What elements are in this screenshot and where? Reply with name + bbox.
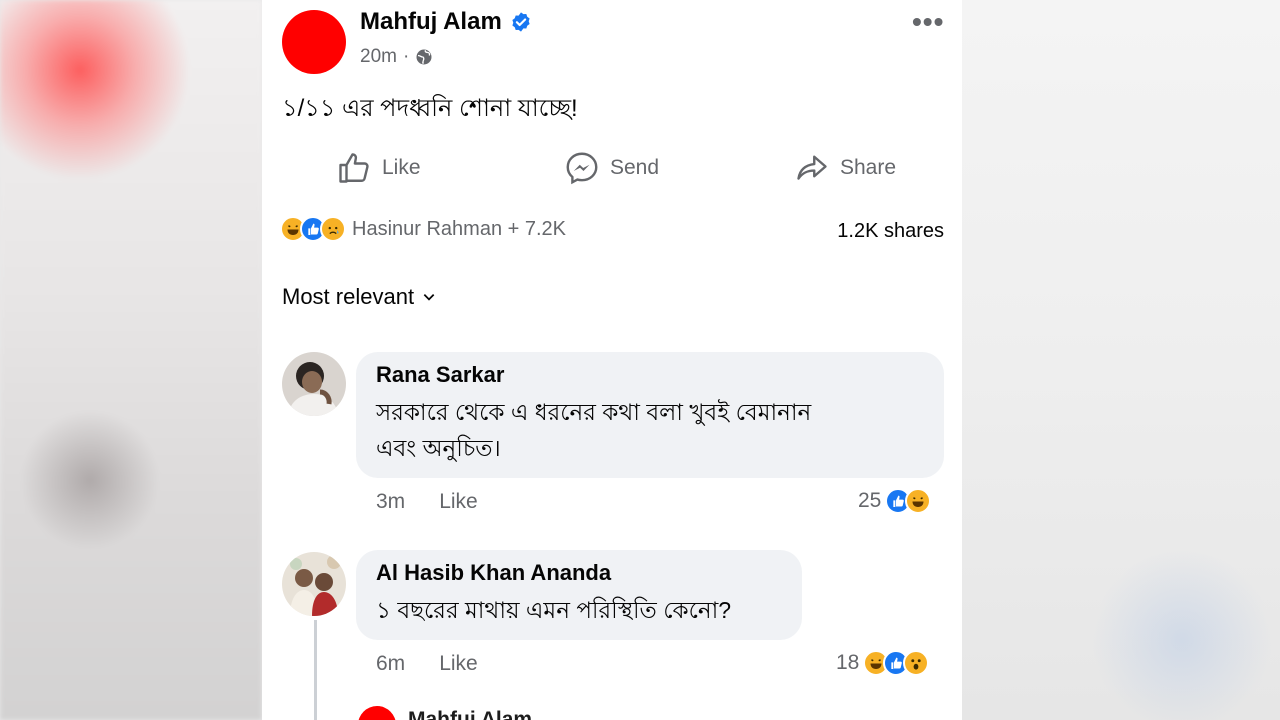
post-author[interactable]: Mahfuj Alam (360, 8, 532, 36)
reaction-icons (280, 216, 346, 242)
reactions-summary[interactable]: Hasinur Rahman + 7.2K (280, 216, 566, 242)
comment-time[interactable]: 6m (376, 652, 405, 676)
comment-meta: 6m Like (376, 652, 478, 676)
comment-reaction-count: 18 (836, 651, 860, 674)
sad-icon (320, 216, 346, 242)
share-button[interactable]: Share (794, 150, 896, 186)
sort-label: Most relevant (282, 284, 415, 309)
messenger-icon (566, 152, 598, 185)
comment-text-line: এবং অনুচিত। (376, 435, 501, 461)
commenter-name[interactable]: Rana Sarkar (376, 362, 924, 388)
comment-reactions[interactable]: 18 (836, 650, 930, 676)
haha-icon (905, 488, 932, 514)
commenter-avatar[interactable] (282, 552, 346, 616)
meta-separator: · (402, 46, 410, 67)
post-card: Mahfuj Alam 20m · ••• ১/১১ এর পদধ্বনি শো… (262, 0, 962, 720)
commenter-name[interactable]: Al Hasib Khan Ananda (376, 560, 782, 586)
comment-text-line: সরকারে থেকে এ ধরনের কথা বলা খুবই বেমানান (376, 399, 812, 425)
verified-badge-icon (512, 12, 530, 32)
comment-meta: 3m Like (376, 490, 478, 514)
share-label: Share (840, 156, 897, 179)
reply-thread-line (314, 620, 317, 720)
comment-reaction-count: 25 (858, 489, 882, 512)
like-button[interactable]: Like (336, 150, 421, 186)
comment-bubble: Rana Sarkar সরকারে থেকে এ ধরনের কথা বলা … (356, 352, 944, 478)
comment-text: সরকারে থেকে এ ধরনের কথা বলা খুবই বেমানান… (376, 394, 924, 466)
wow-icon (903, 650, 930, 676)
reactions-summary-text: Hasinur Rahman + 7.2K (352, 217, 567, 240)
comment-like-button[interactable]: Like (439, 652, 478, 676)
comment-sort-dropdown[interactable]: Most relevant (282, 284, 436, 310)
post-time[interactable]: 20m (360, 46, 397, 68)
post-actions: Like Send Share (262, 150, 962, 200)
thumbs-up-icon (339, 153, 369, 183)
author-name[interactable]: Mahfuj Alam (360, 8, 502, 36)
author-avatar[interactable] (282, 10, 346, 74)
post-meta: 20m · (360, 46, 433, 68)
globe-icon (416, 49, 432, 65)
comment-time[interactable]: 3m (376, 490, 405, 514)
comment-reactions[interactable]: 25 (858, 488, 932, 514)
share-arrow-icon (797, 155, 827, 180)
reply-preview[interactable]: Mahfuj Alam (408, 708, 532, 720)
post-text: ১/১১ এর পদধ্বনি শোনা যাচ্ছে! (282, 95, 578, 122)
send-button[interactable]: Send (564, 150, 659, 186)
chevron-down-icon (423, 294, 435, 301)
shares-count[interactable]: 1.2K shares (837, 220, 944, 243)
reply-avatar[interactable] (358, 706, 396, 720)
more-options-icon[interactable]: ••• (912, 6, 944, 38)
reply-author-name: Mahfuj Alam (408, 708, 533, 720)
blurred-background-left (0, 0, 262, 720)
send-label: Send (610, 156, 660, 179)
commenter-avatar[interactable] (282, 352, 346, 416)
blurred-background-right (962, 0, 1280, 720)
comment-like-button[interactable]: Like (439, 490, 478, 514)
comment-bubble: Al Hasib Khan Ananda ১ বছরের মাথায় এমন … (356, 550, 802, 640)
comment-reaction-icons (863, 650, 930, 676)
comment-reaction-icons (885, 488, 932, 514)
like-label: Like (382, 156, 421, 179)
comment-text: ১ বছরের মাথায় এমন পরিস্থিতি কেনো? (376, 597, 732, 623)
